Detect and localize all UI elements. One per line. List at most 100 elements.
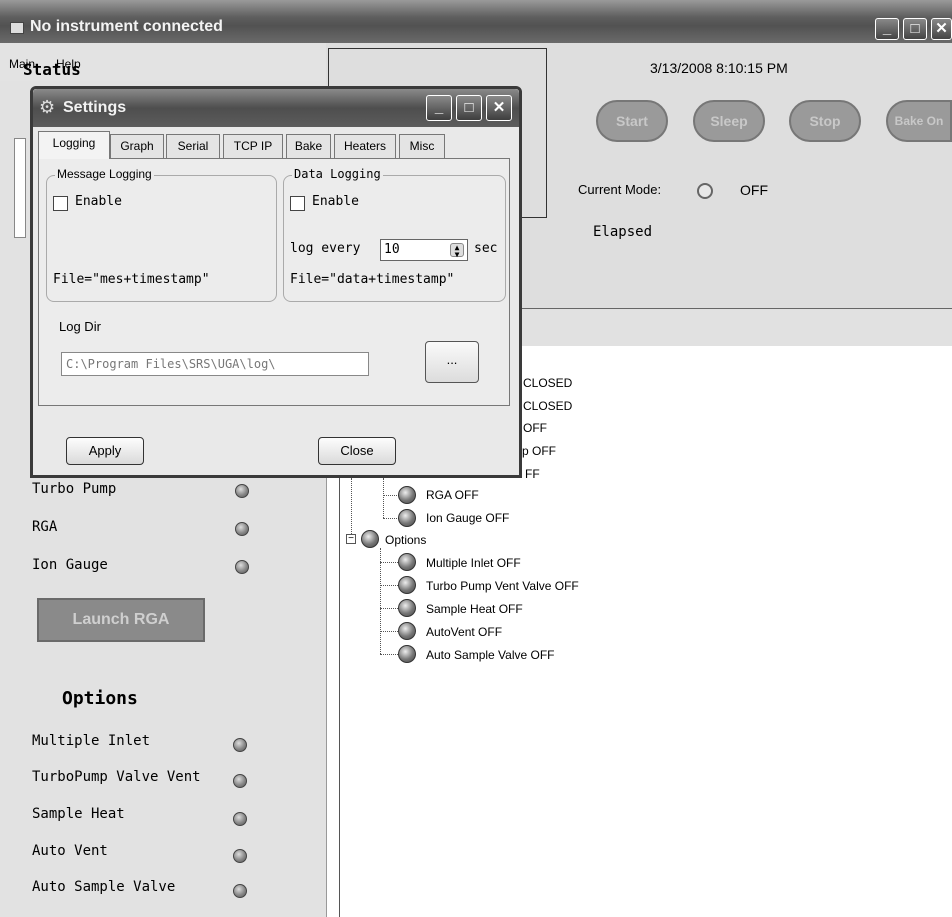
tree-partial-item[interactable]: CLOSED — [523, 376, 572, 390]
autovent-node-icon — [398, 622, 416, 640]
datetime-display: 3/13/2008 8:10:15 PM — [650, 60, 788, 76]
option-sample-heat-label: Sample Heat — [32, 806, 125, 822]
tree-item-ion-gauge[interactable]: Ion Gauge OFF — [426, 511, 509, 525]
message-logging-title: Message Logging — [55, 167, 154, 181]
tree-connector — [380, 631, 398, 632]
settings-close-dialog-button[interactable]: Close — [318, 437, 396, 465]
log-every-label: log every — [290, 241, 361, 256]
current-mode-led-icon — [697, 183, 713, 199]
tree-item-sample-heat[interactable]: Sample Heat OFF — [426, 602, 523, 616]
bake-on-button[interactable]: Bake On — [886, 100, 952, 142]
spinner-arrows-icon[interactable]: ▲ ▼ — [450, 243, 464, 259]
gear-icon: ⚙ — [39, 97, 56, 117]
multiple-inlet-node-icon — [398, 553, 416, 571]
close-button[interactable]: ✕ — [931, 18, 952, 40]
tree-connector — [380, 562, 398, 563]
minimize-button[interactable]: _ — [875, 18, 899, 40]
logging-tab-panel: Message Logging Enable File="mes+timesta… — [38, 158, 510, 406]
tree-connector — [380, 654, 398, 655]
turbo-pump-vent-valve-node-icon — [398, 576, 416, 594]
apply-button[interactable]: Apply — [66, 437, 144, 465]
ion-gauge-led-icon — [235, 560, 249, 574]
tree-item-auto-sample-valve[interactable]: Auto Sample Valve OFF — [426, 648, 555, 662]
tree-item-rga[interactable]: RGA OFF — [426, 488, 479, 502]
tree-connector — [383, 495, 399, 496]
settings-close-button[interactable]: ✕ — [486, 95, 512, 121]
option-turbopump-valve-vent-label: TurboPump Valve Vent — [32, 769, 201, 785]
tab-heaters[interactable]: Heaters — [334, 134, 396, 158]
rga-led-icon — [235, 522, 249, 536]
tree-connector — [383, 518, 399, 519]
sample-heat-led-icon — [233, 812, 247, 826]
rga-node-icon — [398, 486, 416, 504]
browse-button[interactable]: ... — [425, 341, 479, 383]
option-multiple-inlet-label: Multiple Inlet — [32, 733, 151, 749]
sleep-button[interactable]: Sleep — [693, 100, 765, 142]
start-button[interactable]: Start — [596, 100, 668, 142]
option-auto-sample-valve-label: Auto Sample Valve — [32, 879, 176, 895]
tree-connector — [383, 478, 384, 518]
tree-connector — [351, 478, 352, 534]
option-auto-vent-label: Auto Vent — [32, 843, 108, 859]
current-mode-label: Current Mode: — [578, 182, 662, 197]
tree-partial-item[interactable]: OFF — [523, 421, 547, 435]
stop-button[interactable]: Stop — [789, 100, 861, 142]
tree-item-autovent[interactable]: AutoVent OFF — [426, 625, 502, 639]
message-logging-enable-checkbox[interactable] — [53, 196, 68, 211]
log-dir-input[interactable]: C:\Program Files\SRS\UGA\log\ — [61, 352, 369, 376]
main-title-bar: No instrument connected _ □ ✕ — [0, 0, 952, 43]
settings-maximize-button[interactable]: □ — [456, 95, 482, 121]
tree-partial-item[interactable]: CLOSED — [523, 399, 572, 413]
tab-tcp-ip[interactable]: TCP IP — [223, 134, 283, 158]
options-node-icon — [361, 530, 379, 548]
tree-item-multiple-inlet[interactable]: Multiple Inlet OFF — [426, 556, 521, 570]
app-icon — [10, 22, 24, 34]
auto-sample-valve-node-icon — [398, 645, 416, 663]
left-list-box — [14, 138, 26, 238]
tree-partial-item[interactable]: p OFF — [522, 444, 556, 458]
settings-title: Settings — [63, 99, 127, 116]
log-dir-label: Log Dir — [59, 319, 101, 334]
options-heading: Options — [62, 688, 138, 709]
turbo-pump-label: Turbo Pump — [32, 481, 117, 497]
data-logging-group: Data Logging Enable log every 10 ▲ ▼ sec … — [283, 167, 506, 302]
data-logging-title: Data Logging — [292, 167, 383, 181]
tree-connector — [380, 585, 398, 586]
tab-bake[interactable]: Bake — [286, 134, 331, 158]
settings-minimize-button[interactable]: _ — [426, 95, 452, 121]
log-interval-unit: sec — [474, 241, 498, 256]
rga-label: RGA — [32, 519, 58, 535]
tree-item-turbo-pump-vent-valve[interactable]: Turbo Pump Vent Valve OFF — [426, 579, 579, 593]
settings-title-bar: ⚙ Settings _ □ ✕ — [33, 89, 519, 127]
status-title: Status — [23, 60, 81, 79]
maximize-button[interactable]: □ — [903, 18, 927, 40]
current-mode-value: OFF — [740, 182, 768, 198]
tree-item-options[interactable]: Options — [385, 533, 426, 547]
tree-partial-item[interactable]: FF — [525, 467, 540, 481]
auto-sample-valve-led-icon — [233, 884, 247, 898]
tree-connector — [380, 608, 398, 609]
turbo-pump-led-icon — [235, 484, 249, 498]
collapse-options-icon[interactable]: − — [346, 534, 356, 544]
tab-serial[interactable]: Serial — [166, 134, 220, 158]
multiple-inlet-led-icon — [233, 738, 247, 752]
tab-graph[interactable]: Graph — [110, 134, 164, 158]
log-interval-value: 10 — [384, 242, 400, 257]
tree-connector — [380, 548, 381, 654]
tab-misc[interactable]: Misc — [399, 134, 445, 158]
data-logging-enable-label: Enable — [312, 194, 359, 209]
settings-dialog: ⚙ Settings _ □ ✕ Logging Graph Serial TC… — [30, 86, 522, 478]
launch-rga-button[interactable]: Launch RGA — [37, 598, 205, 642]
message-logging-file: File="mes+timestamp" — [53, 272, 210, 287]
elapsed-label: Elapsed — [593, 224, 653, 240]
message-logging-enable-label: Enable — [75, 194, 122, 209]
data-logging-file: File="data+timestamp" — [290, 272, 455, 287]
sample-heat-node-icon — [398, 599, 416, 617]
window-title: No instrument connected — [30, 18, 223, 35]
message-logging-group: Message Logging Enable File="mes+timesta… — [46, 167, 277, 302]
ion-gauge-node-icon — [398, 509, 416, 527]
log-interval-input[interactable]: 10 ▲ ▼ — [380, 239, 468, 261]
tab-logging[interactable]: Logging — [38, 131, 110, 159]
auto-vent-led-icon — [233, 849, 247, 863]
data-logging-enable-checkbox[interactable] — [290, 196, 305, 211]
